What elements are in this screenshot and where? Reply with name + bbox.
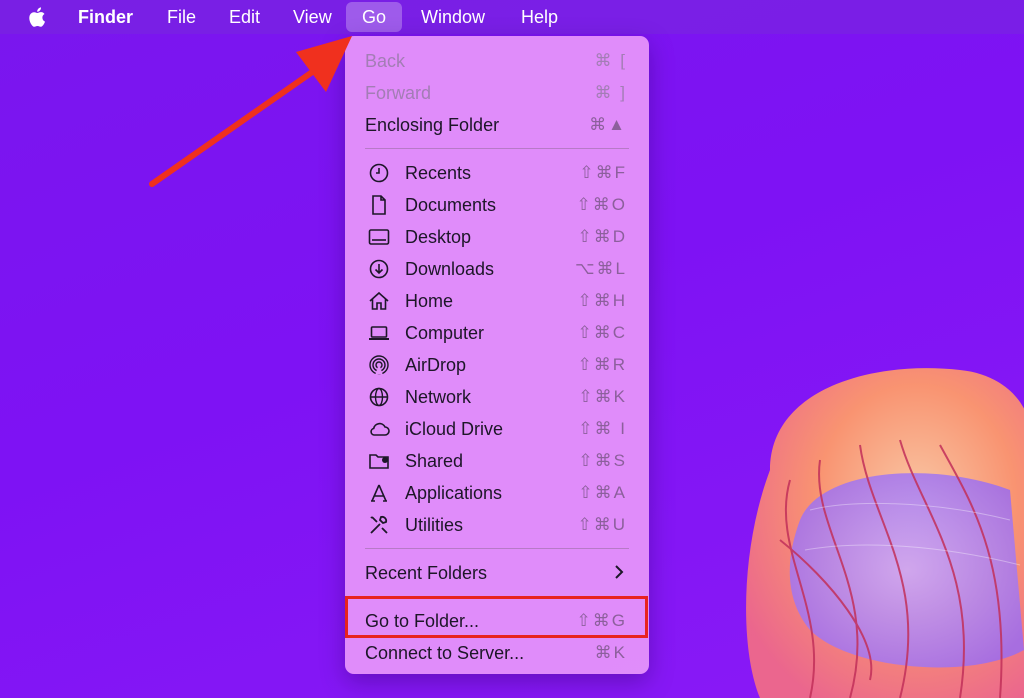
menu-bar: Finder File Edit View Go Window Help (0, 0, 1024, 34)
menu-item-utilities[interactable]: Utilities ⇧⌘U (345, 508, 649, 540)
menubar-view[interactable]: View (293, 0, 332, 34)
menu-item-network[interactable]: Network ⇧⌘K (345, 380, 649, 412)
menu-item-shortcut: ⌥⌘L (574, 259, 627, 278)
menu-item-label: Utilities (405, 515, 464, 535)
menu-item-shortcut: ⌘▲ (589, 115, 627, 134)
shared-folder-icon (367, 449, 391, 473)
menu-item-enclosing-folder[interactable]: Enclosing Folder ⌘▲ (345, 108, 649, 140)
menu-item-label: Applications (405, 483, 503, 503)
menu-item-shared[interactable]: Shared ⇧⌘S (345, 444, 649, 476)
menu-item-label: Shared (405, 451, 464, 471)
menu-item-recent-folders[interactable]: Recent Folders (345, 556, 649, 588)
globe-icon (367, 385, 391, 409)
menubar-go[interactable]: Go (346, 2, 403, 32)
menu-item-shortcut: ⇧⌘O (576, 195, 627, 214)
menu-item-applications[interactable]: Applications ⇧⌘A (345, 476, 649, 508)
airdrop-icon (367, 353, 391, 377)
menubar-file[interactable]: File (167, 0, 196, 34)
menu-item-shortcut: ⇧⌘F (579, 163, 627, 182)
menu-item-icloud-drive[interactable]: iCloud Drive ⇧⌘ I (345, 412, 649, 444)
menu-item-label: AirDrop (405, 355, 467, 375)
home-icon (367, 289, 391, 313)
menu-item-shortcut: ⇧⌘H (577, 291, 627, 310)
highlight-box-annotation (345, 596, 648, 638)
desktop-icon (367, 225, 391, 249)
cloud-icon (367, 417, 391, 441)
chevron-right-icon (613, 564, 625, 585)
menu-separator (365, 148, 629, 149)
menubar-edit[interactable]: Edit (229, 0, 260, 34)
menu-item-shortcut: ⌘K (594, 643, 627, 662)
menu-item-shortcut: ⇧⌘U (577, 515, 627, 534)
menu-item-airdrop[interactable]: AirDrop ⇧⌘R (345, 348, 649, 380)
menu-item-desktop[interactable]: Desktop ⇧⌘D (345, 220, 649, 252)
menu-item-label: Connect to Server... (365, 643, 525, 663)
download-icon (367, 257, 391, 281)
menu-item-computer[interactable]: Computer ⇧⌘C (345, 316, 649, 348)
menu-item-recents[interactable]: Recents ⇧⌘F (345, 156, 649, 188)
menu-item-shortcut: ⌘ [ (594, 51, 627, 70)
menu-item-label: Recent Folders (365, 563, 488, 583)
menu-item-shortcut: ⇧⌘S (578, 451, 627, 470)
menu-item-shortcut: ⌘ ] (594, 83, 627, 102)
menu-item-shortcut: ⇧⌘ I (578, 419, 627, 438)
menu-separator (365, 548, 629, 549)
menu-item-shortcut: ⇧⌘R (577, 355, 627, 374)
clock-icon (367, 161, 391, 185)
menu-item-label: Enclosing Folder (365, 115, 500, 135)
menu-item-downloads[interactable]: Downloads ⌥⌘L (345, 252, 649, 284)
apple-logo-icon[interactable] (26, 5, 50, 29)
document-icon (367, 193, 391, 217)
menu-item-label: iCloud Drive (405, 419, 504, 439)
menubar-help[interactable]: Help (521, 0, 558, 34)
menu-item-shortcut: ⇧⌘C (577, 323, 627, 342)
jellyfish-wallpaper-image (746, 368, 1024, 698)
menu-item-shortcut: ⇧⌘A (578, 483, 627, 502)
menu-item-label: Network (405, 387, 472, 407)
go-menu-dropdown: Back ⌘ [ Forward ⌘ ] Enclosing Folder ⌘▲… (345, 36, 649, 674)
menu-item-label: Back (365, 51, 406, 71)
laptop-icon (367, 321, 391, 345)
utilities-icon (367, 513, 391, 537)
menu-item-shortcut: ⇧⌘D (577, 227, 627, 246)
menu-item-home[interactable]: Home ⇧⌘H (345, 284, 649, 316)
menu-item-label: Documents (405, 195, 497, 215)
menu-item-back[interactable]: Back ⌘ [ (345, 44, 649, 76)
menu-item-label: Forward (365, 83, 432, 103)
menu-item-label: Home (405, 291, 454, 311)
menu-item-shortcut: ⇧⌘K (578, 387, 627, 406)
menu-item-documents[interactable]: Documents ⇧⌘O (345, 188, 649, 220)
menu-item-label: Desktop (405, 227, 472, 247)
menubar-window[interactable]: Window (421, 0, 485, 34)
applications-icon (367, 481, 391, 505)
menu-item-forward[interactable]: Forward ⌘ ] (345, 76, 649, 108)
menu-item-label: Downloads (405, 259, 495, 279)
menu-item-label: Recents (405, 163, 472, 183)
menu-item-label: Computer (405, 323, 485, 343)
menubar-app-name[interactable]: Finder (78, 0, 133, 34)
menu-item-connect-to-server[interactable]: Connect to Server... ⌘K (345, 636, 649, 668)
